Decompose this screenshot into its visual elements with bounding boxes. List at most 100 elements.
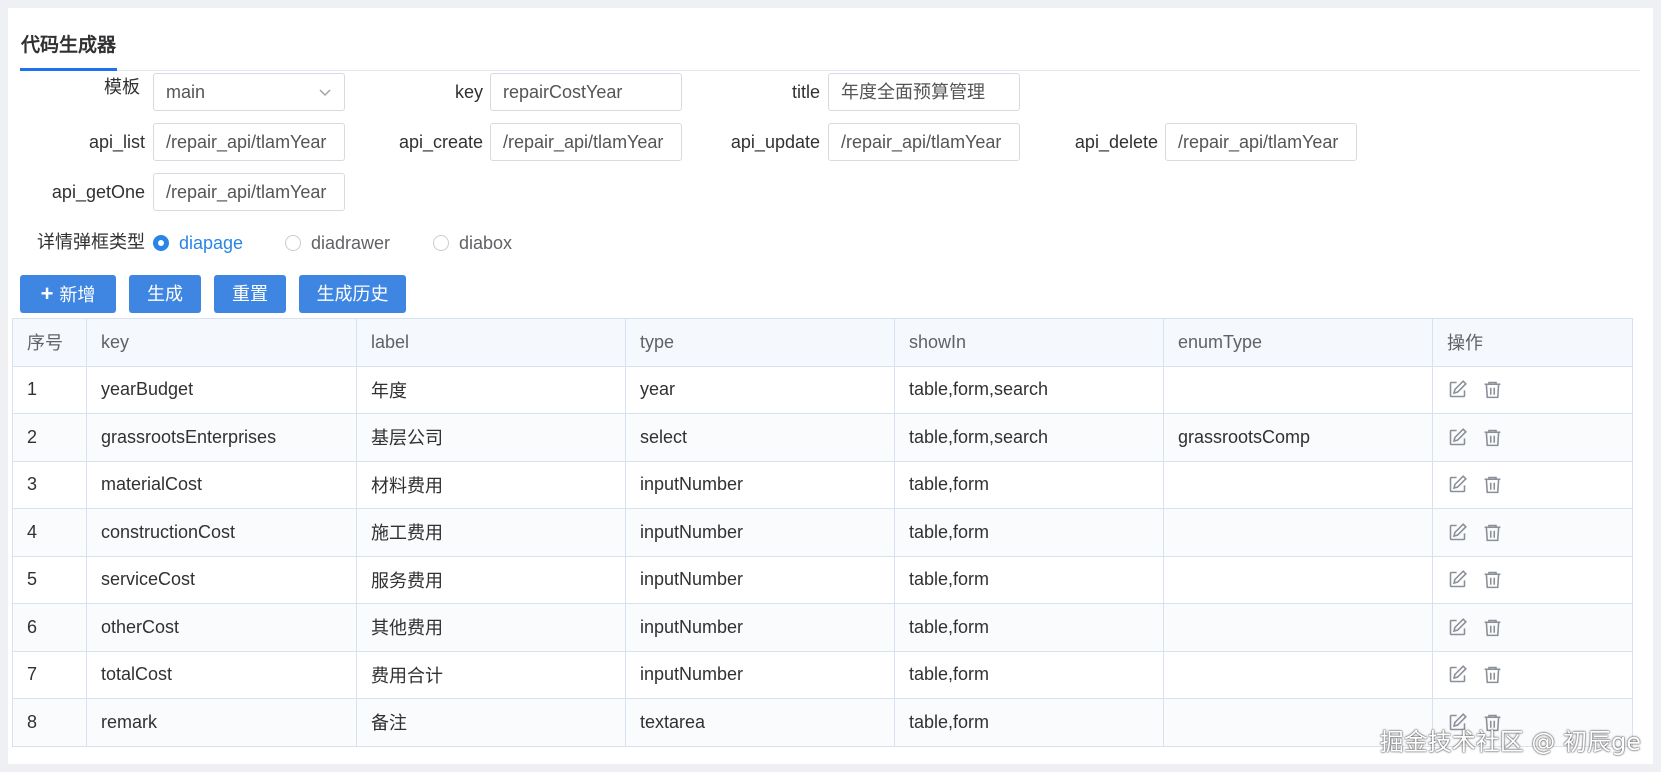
title-label: title [791, 82, 820, 102]
key-label: key [454, 82, 483, 102]
row-actions [1447, 664, 1618, 685]
edit-icon[interactable] [1447, 569, 1468, 590]
radio-diabox[interactable]: diabox [433, 226, 533, 260]
table-row: 6 otherCost 其他费用 inputNumber table,form [12, 603, 1633, 652]
cell-label: 材料费用 [356, 460, 626, 509]
api-delete-input[interactable]: /repair_api/tlamYear [1165, 123, 1357, 161]
cell-actions [1432, 650, 1633, 699]
cell-key: remark [86, 698, 357, 747]
template-select[interactable]: main [153, 73, 345, 111]
cell-type: inputNumber [625, 603, 895, 652]
cell-type: inputNumber [625, 508, 895, 557]
col-header-actions: 操作 [1432, 318, 1633, 367]
cell-index: 8 [12, 698, 87, 747]
row-actions [1447, 427, 1618, 448]
cell-enumtype [1163, 365, 1433, 414]
cell-showin: table,form [894, 650, 1164, 699]
cell-actions [1432, 603, 1633, 652]
template-label: 模板 [104, 77, 140, 97]
table-row: 3 materialCost 材料费用 inputNumber table,form [12, 460, 1633, 509]
row-actions [1447, 569, 1618, 590]
cell-key: otherCost [86, 603, 357, 652]
cell-enumtype [1163, 650, 1433, 699]
cell-key: materialCost [86, 460, 357, 509]
generate-button[interactable]: 生成 [129, 275, 201, 313]
reset-button[interactable]: 重置 [214, 275, 286, 313]
api-update-label: api_update [730, 132, 820, 152]
chevron-down-icon [319, 89, 331, 97]
cell-showin: table,form [894, 698, 1164, 747]
edit-icon[interactable] [1447, 379, 1468, 400]
cell-type: inputNumber [625, 460, 895, 509]
edit-icon[interactable] [1447, 474, 1468, 495]
cell-enumtype [1163, 603, 1433, 652]
cell-showin: table,form,search [894, 365, 1164, 414]
delete-icon[interactable] [1482, 474, 1503, 495]
row-actions [1447, 474, 1618, 495]
cell-label: 服务费用 [356, 555, 626, 604]
cell-enumtype [1163, 460, 1433, 509]
col-header-label: label [356, 318, 626, 367]
cell-type: inputNumber [625, 555, 895, 604]
cell-showin: table,form [894, 460, 1164, 509]
tab-code-generator[interactable]: 代码生成器 [20, 30, 118, 71]
key-input[interactable]: repairCostYear [490, 73, 682, 111]
cell-key: yearBudget [86, 365, 357, 414]
cell-enumtype: grassrootsComp [1163, 413, 1433, 462]
table-row: 5 serviceCost 服务费用 inputNumber table,form [12, 555, 1633, 604]
table-row: 4 constructionCost 施工费用 inputNumber table,fo… [12, 508, 1633, 557]
api-list-input[interactable]: /repair_api/tlamYear [153, 123, 345, 161]
cell-enumtype [1163, 555, 1433, 604]
cell-type: inputNumber [625, 650, 895, 699]
delete-icon[interactable] [1482, 664, 1503, 685]
cell-index: 6 [12, 603, 87, 652]
col-header-showin: showIn [894, 318, 1164, 367]
api-create-input[interactable]: /repair_api/tlamYear [490, 123, 682, 161]
edit-icon[interactable] [1447, 664, 1468, 685]
api-create-label: api_create [398, 132, 483, 152]
col-header-index: 序号 [12, 318, 87, 367]
delete-icon[interactable] [1482, 522, 1503, 543]
table-row: 1 yearBudget 年度 year table,form,search [12, 365, 1633, 414]
cell-type: year [625, 365, 895, 414]
radio-dot [433, 235, 449, 251]
edit-icon[interactable] [1447, 427, 1468, 448]
table-row: 7 totalCost 费用合计 inputNumber table,form [12, 650, 1633, 699]
cell-actions [1432, 460, 1633, 509]
row-actions [1447, 379, 1618, 400]
api-delete-label: api_delete [1074, 132, 1158, 152]
delete-icon[interactable] [1482, 427, 1503, 448]
cell-showin: table,form,search [894, 413, 1164, 462]
template-select-value: main [166, 82, 206, 102]
title-input[interactable]: 年度全面预算管理 [828, 73, 1020, 111]
cell-showin: table,form [894, 555, 1164, 604]
delete-icon[interactable] [1482, 379, 1503, 400]
radio-diadrawer-label: diadrawer [311, 233, 391, 253]
cell-actions [1432, 508, 1633, 557]
add-button[interactable]: + 新增 [20, 275, 116, 313]
cell-actions [1432, 365, 1633, 414]
api-update-input[interactable]: /repair_api/tlamYear [828, 123, 1020, 161]
radio-dot-checked [153, 235, 169, 251]
api-getone-label: api_getOne [51, 182, 145, 202]
cell-type: textarea [625, 698, 895, 747]
row-actions [1447, 617, 1618, 638]
edit-icon[interactable] [1447, 522, 1468, 543]
radio-diadrawer[interactable]: diadrawer [285, 226, 405, 260]
delete-icon[interactable] [1482, 617, 1503, 638]
edit-icon[interactable] [1447, 617, 1468, 638]
cell-label: 施工费用 [356, 508, 626, 557]
col-header-key: key [86, 318, 357, 367]
plus-icon: + [40, 281, 54, 306]
cell-key: totalCost [86, 650, 357, 699]
fields-table: 序号 key label type showIn enumType 操作 1 ye… [12, 318, 1633, 747]
radio-dot [285, 235, 301, 251]
delete-icon[interactable] [1482, 569, 1503, 590]
cell-key: constructionCost [86, 508, 357, 557]
cell-actions [1432, 555, 1633, 604]
history-button[interactable]: 生成历史 [299, 275, 406, 313]
api-getone-input[interactable]: /repair_api/tlamYear [153, 173, 345, 211]
cell-index: 3 [12, 460, 87, 509]
radio-diapage[interactable]: diapage [153, 226, 263, 260]
col-header-type: type [625, 318, 895, 367]
